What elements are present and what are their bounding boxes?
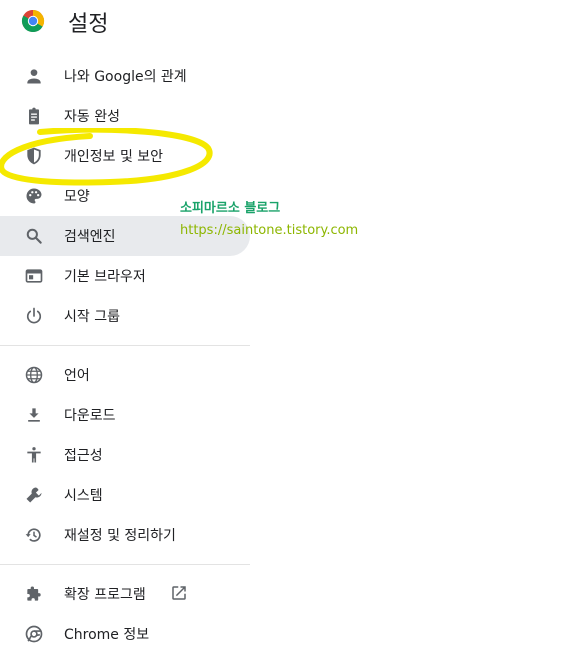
- sidebar-item-label: 재설정 및 정리하기: [64, 528, 176, 544]
- sidebar-item-system[interactable]: 시스템: [0, 475, 250, 515]
- wrench-icon: [24, 485, 44, 505]
- sidebar-item-privacy-security[interactable]: 개인정보 및 보안: [0, 136, 250, 176]
- sidebar-item-about-chrome[interactable]: Chrome 정보: [0, 614, 250, 654]
- download-icon: [24, 405, 44, 425]
- sidebar-item-label: 개인정보 및 보안: [64, 149, 164, 165]
- palette-icon: [24, 186, 44, 206]
- sidebar-item-accessibility[interactable]: 접근성: [0, 435, 250, 475]
- shield-icon: [24, 146, 44, 166]
- watermark-blog-url: https://saintone.tistory.com: [180, 223, 359, 238]
- page-title: 설정: [68, 12, 109, 37]
- browser-window-icon: [24, 266, 44, 286]
- sidebar-item-label: Chrome 정보: [64, 627, 150, 643]
- sidebar-item-label: 검색엔진: [64, 229, 116, 245]
- sidebar-item-label: 기본 브라우저: [64, 269, 146, 285]
- sidebar-item-label: 다운로드: [64, 408, 116, 424]
- sidebar-item-label: 시작 그룹: [64, 309, 120, 325]
- person-icon: [24, 66, 44, 86]
- settings-header: 설정: [0, 0, 562, 42]
- restore-icon: [24, 525, 44, 545]
- settings-sidebar: 나와 Google의 관계 자동 완성 개인정보 및 보안 모양 검색엔진 기본…: [0, 56, 250, 654]
- sidebar-item-downloads[interactable]: 다운로드: [0, 395, 250, 435]
- sidebar-item-extensions[interactable]: 확장 프로그램: [0, 574, 250, 614]
- open-in-new-icon[interactable]: [170, 584, 188, 602]
- sidebar-item-label: 모양: [64, 189, 90, 205]
- search-icon: [24, 226, 44, 246]
- watermark-blog-name: 소피마르소 블로그: [180, 201, 281, 216]
- sidebar-item-label: 시스템: [64, 488, 103, 504]
- chrome-logo-icon: [21, 9, 45, 33]
- globe-icon: [24, 365, 44, 385]
- sidebar-item-you-and-google[interactable]: 나와 Google의 관계: [0, 56, 250, 96]
- sidebar-divider: [0, 564, 250, 565]
- sidebar-item-autofill[interactable]: 자동 완성: [0, 96, 250, 136]
- sidebar-item-default-browser[interactable]: 기본 브라우저: [0, 256, 250, 296]
- blog-watermark: 소피마르소 블로그 https://saintone.tistory.com: [180, 198, 358, 242]
- chrome-logo-icon: [24, 624, 44, 644]
- clipboard-icon: [24, 106, 44, 126]
- sidebar-item-label: 접근성: [64, 448, 103, 464]
- accessibility-icon: [24, 445, 44, 465]
- sidebar-divider: [0, 345, 250, 346]
- sidebar-item-label: 언어: [64, 368, 90, 384]
- sidebar-item-reset[interactable]: 재설정 및 정리하기: [0, 515, 250, 555]
- sidebar-item-languages[interactable]: 언어: [0, 355, 250, 395]
- puzzle-icon: [24, 584, 44, 604]
- sidebar-item-label: 나와 Google의 관계: [64, 69, 187, 85]
- power-icon: [24, 306, 44, 326]
- sidebar-item-on-startup[interactable]: 시작 그룹: [0, 296, 250, 336]
- sidebar-item-label: 확장 프로그램: [64, 587, 146, 603]
- sidebar-item-label: 자동 완성: [64, 109, 120, 125]
